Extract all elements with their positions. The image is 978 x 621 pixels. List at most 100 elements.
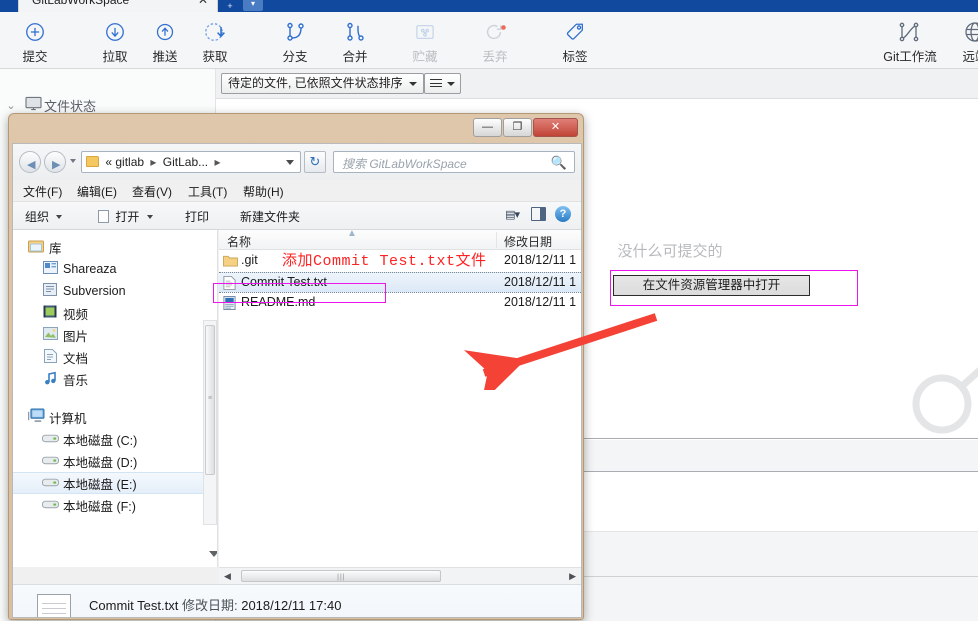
- nav-item-label: 音乐: [63, 373, 89, 388]
- file-filter-select[interactable]: 待定的文件, 已依照文件状态排序: [221, 73, 424, 94]
- column-divider[interactable]: [496, 232, 497, 248]
- monitor-icon: [22, 96, 44, 114]
- scrollbar-thumb[interactable]: |||: [241, 570, 441, 582]
- explorer-menubar: 文件(F) 编辑(E) 查看(V) 工具(T) 帮助(H): [13, 180, 581, 202]
- new-tab-button[interactable]: +: [224, 0, 236, 12]
- scroll-right-arrow-icon[interactable]: ▶: [569, 571, 576, 582]
- explorer-window: — ❐ ✕ ◀ ▶ « gitlab ▸ GitLab... ▸ ↻ 搜索 Gi…: [8, 113, 584, 620]
- globe-icon: [946, 17, 978, 45]
- nav-item-drive-f[interactable]: 本地磁盘 (F:): [13, 494, 217, 516]
- nav-item-documents[interactable]: 文档: [13, 346, 217, 368]
- nav-item-pictures[interactable]: 图片: [13, 324, 217, 346]
- column-header-name[interactable]: 名称: [227, 233, 251, 250]
- empty-commit-message: 没什么可提交的: [617, 243, 723, 260]
- sort-indicator-icon: ▲: [347, 228, 357, 239]
- toolbar-label: 获取: [202, 50, 228, 64]
- recent-pages-dropdown[interactable]: [70, 159, 76, 163]
- breadcrumb-crumb-2[interactable]: GitLab...: [163, 155, 208, 169]
- app-toolbar: 提交 拉取 推送 获取 分支 合并 贮藏 丢弃 标签 Git工作流 远: [0, 12, 978, 69]
- file-list-header: 名称 修改日期 ▲: [219, 228, 581, 250]
- nav-item-music[interactable]: 音乐: [13, 368, 217, 390]
- forward-button[interactable]: ▶: [44, 151, 66, 173]
- text-file-icon: [37, 594, 71, 617]
- maximize-button[interactable]: ❐: [503, 118, 532, 137]
- toolbar-button-discard[interactable]: 丢弃: [466, 17, 524, 65]
- preview-pane-icon[interactable]: [531, 207, 546, 221]
- drive-icon: [37, 498, 63, 513]
- open-button[interactable]: 打开: [98, 208, 153, 225]
- organize-button[interactable]: 组织: [25, 208, 63, 225]
- chevron-down-icon[interactable]: [286, 160, 294, 165]
- nav-item-drive-c[interactable]: 本地磁盘 (C:): [13, 428, 217, 450]
- toolbar-button-stash[interactable]: 贮藏: [396, 17, 454, 65]
- toolbar-button-merge[interactable]: 合并: [326, 17, 384, 65]
- search-input[interactable]: 搜索 GitLabWorkSpace 🔍: [333, 151, 575, 173]
- fetch-dashed-circle-icon: [186, 17, 244, 45]
- music-icon: [37, 371, 63, 388]
- folder-icon: [223, 254, 238, 270]
- nav-item-label: 计算机: [49, 411, 87, 426]
- breadcrumb-crumb-1[interactable]: gitlab: [115, 155, 144, 169]
- back-button[interactable]: ◀: [19, 151, 41, 173]
- plus-circle-icon: [6, 17, 64, 45]
- explorer-details-pane: Commit Test.txt 修改日期: 2018/12/11 17:40 文…: [13, 584, 581, 617]
- arrow-left-icon: ◀: [27, 159, 36, 171]
- print-button[interactable]: 打印: [185, 208, 209, 225]
- scroll-left-arrow-icon[interactable]: ◀: [224, 571, 231, 582]
- nav-item-videos[interactable]: 视频: [13, 302, 217, 324]
- close-icon[interactable]: ✕: [198, 0, 208, 7]
- tag-icon: [546, 17, 604, 45]
- nav-item-library[interactable]: 库: [13, 236, 217, 258]
- minimize-button[interactable]: —: [473, 118, 502, 137]
- menu-item-help[interactable]: 帮助(H): [243, 183, 284, 200]
- menu-item-file[interactable]: 文件(F): [23, 183, 62, 200]
- toolbar-button-fetch[interactable]: 获取: [186, 17, 244, 65]
- close-button[interactable]: ✕: [533, 118, 578, 137]
- nav-item-drive-d[interactable]: 本地磁盘 (D:): [13, 450, 217, 472]
- nav-item-computer[interactable]: 计算机: [13, 406, 217, 428]
- merge-icon: [326, 17, 384, 45]
- nav-item-drive-e[interactable]: 本地磁盘 (E:): [13, 472, 217, 494]
- open-label: 打开: [115, 210, 140, 224]
- toolbar-button-gitflow[interactable]: Git工作流: [873, 17, 947, 65]
- chevron-down-icon[interactable]: ▾: [243, 0, 263, 11]
- annotation-highlight-box-file: [213, 283, 386, 303]
- refresh-icon[interactable]: ↻: [304, 151, 326, 173]
- chevron-down-icon: [146, 215, 153, 219]
- drive-icon: [37, 432, 63, 447]
- grip-icon: |||: [337, 574, 346, 581]
- new-folder-button[interactable]: 新建文件夹: [240, 208, 300, 225]
- file-list-horizontal-scrollbar[interactable]: ◀ ||| ▶: [219, 567, 581, 584]
- folder-icon: [86, 156, 99, 167]
- nav-item-subversion[interactable]: Subversion: [13, 280, 217, 302]
- arrow-right-icon: ▶: [52, 159, 61, 171]
- chevron-down-icon: [56, 215, 63, 219]
- view-mode-select[interactable]: [424, 73, 461, 94]
- nav-tree-scrollbar[interactable]: ≡: [203, 320, 217, 525]
- menu-item-view[interactable]: 查看(V): [132, 183, 172, 200]
- organize-label: 组织: [25, 210, 50, 224]
- toolbar-button-commit[interactable]: 提交: [6, 17, 64, 65]
- chevron-down-icon[interactable]: ⌄: [0, 99, 22, 112]
- toolbar-button-branch[interactable]: 分支: [266, 17, 324, 65]
- chevron-down-icon: [447, 82, 455, 86]
- scrollbar-thumb[interactable]: ≡: [205, 325, 215, 475]
- address-bar[interactable]: « gitlab ▸ GitLab... ▸: [81, 151, 301, 173]
- file-filter-value: 待定的文件, 已依照文件状态排序: [228, 76, 403, 90]
- file-list: 名称 修改日期 ▲ .git 2018/12/11 1 Commit Test.…: [219, 228, 581, 584]
- open-file-icon: [98, 210, 109, 223]
- computer-icon: [23, 408, 49, 426]
- column-header-date[interactable]: 修改日期: [504, 233, 552, 250]
- menu-item-edit[interactable]: 编辑(E): [77, 183, 117, 200]
- details-modified-label: 修改日期:: [181, 598, 238, 613]
- help-icon[interactable]: ?: [555, 206, 571, 222]
- view-mode-icon[interactable]: ▤▾: [505, 208, 520, 221]
- toolbar-button-tag[interactable]: 标签: [546, 17, 604, 65]
- nav-item-shareaza[interactable]: Shareaza: [13, 258, 217, 280]
- nav-item-label: 本地磁盘 (F:): [63, 499, 136, 514]
- toolbar-button-remote[interactable]: 远端: [946, 17, 978, 65]
- scroll-down-arrow-icon[interactable]: [209, 551, 217, 557]
- explorer-nav-tree: 库 Shareaza Subversion 视频 图片 文档 音乐 计算机 本地…: [13, 230, 218, 567]
- explorer-titlebar[interactable]: — ❐ ✕: [12, 117, 580, 143]
- menu-item-tools[interactable]: 工具(T): [188, 183, 227, 200]
